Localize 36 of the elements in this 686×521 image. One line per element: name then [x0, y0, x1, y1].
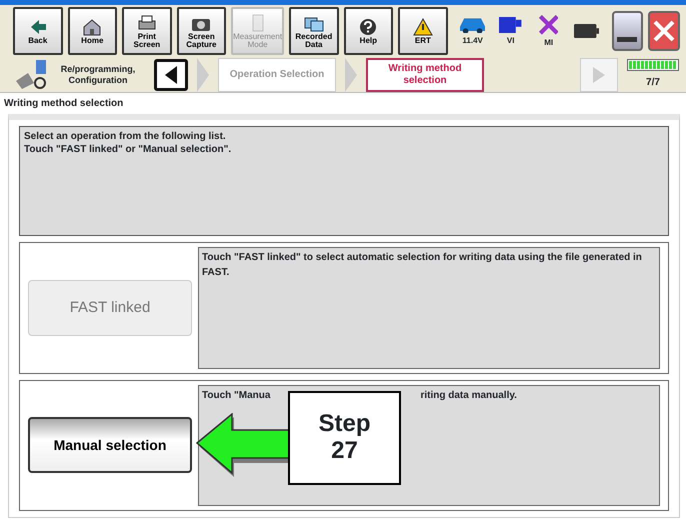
toolbar-button[interactable]: Home — [68, 7, 118, 55]
instruction-text: Touch "FAST linked" or "Manual selection". — [24, 143, 232, 156]
toolbar-button[interactable]: Screen Capture — [176, 7, 226, 55]
description-text: riting data manually. — [420, 388, 517, 402]
chevron-icon — [344, 58, 358, 92]
warning-icon — [412, 16, 434, 37]
description-text: Touch "Manua — [202, 388, 270, 402]
close-button[interactable] — [648, 11, 680, 51]
house-icon — [81, 16, 104, 37]
option-button[interactable]: Manual selection — [28, 417, 192, 474]
minimize-icon — [617, 36, 638, 42]
progress-reading: 7/7 — [646, 76, 660, 90]
breadcrumb-step[interactable]: Writing method selection — [366, 58, 484, 92]
status-label: VI — [506, 35, 514, 48]
cross-icon — [538, 15, 558, 35]
toolbar-button[interactable]: Print Screen — [122, 7, 172, 55]
step-callout: Step 27 — [288, 390, 401, 484]
toolbar-button[interactable]: ERT — [398, 7, 448, 55]
toolbar-button[interactable]: Back — [13, 7, 63, 55]
toolbar-button[interactable]: Help — [344, 7, 394, 55]
close-icon — [652, 19, 676, 43]
car-icon — [460, 16, 486, 34]
status-label: MI — [544, 36, 554, 49]
arrow-icon — [196, 412, 291, 476]
minimize-button[interactable] — [612, 11, 644, 51]
battery-icon — [574, 24, 600, 38]
chevron-icon — [196, 58, 210, 92]
toolbar-button[interactable]: Recorded Data — [289, 7, 339, 55]
connector-icon — [499, 16, 522, 34]
triangle-left-icon — [163, 64, 179, 84]
instruction-text: Select an operation from the following list. — [24, 130, 227, 143]
back-arrow-button[interactable] — [154, 58, 188, 90]
status-label: 11.4V — [462, 35, 483, 48]
triangle-right-icon — [592, 66, 606, 84]
section-label: Re/programming, Configuration — [60, 64, 136, 86]
description-text: Touch "FAST linked" to select automatic selection for writing data using the file generated in FAST. — [202, 251, 643, 280]
